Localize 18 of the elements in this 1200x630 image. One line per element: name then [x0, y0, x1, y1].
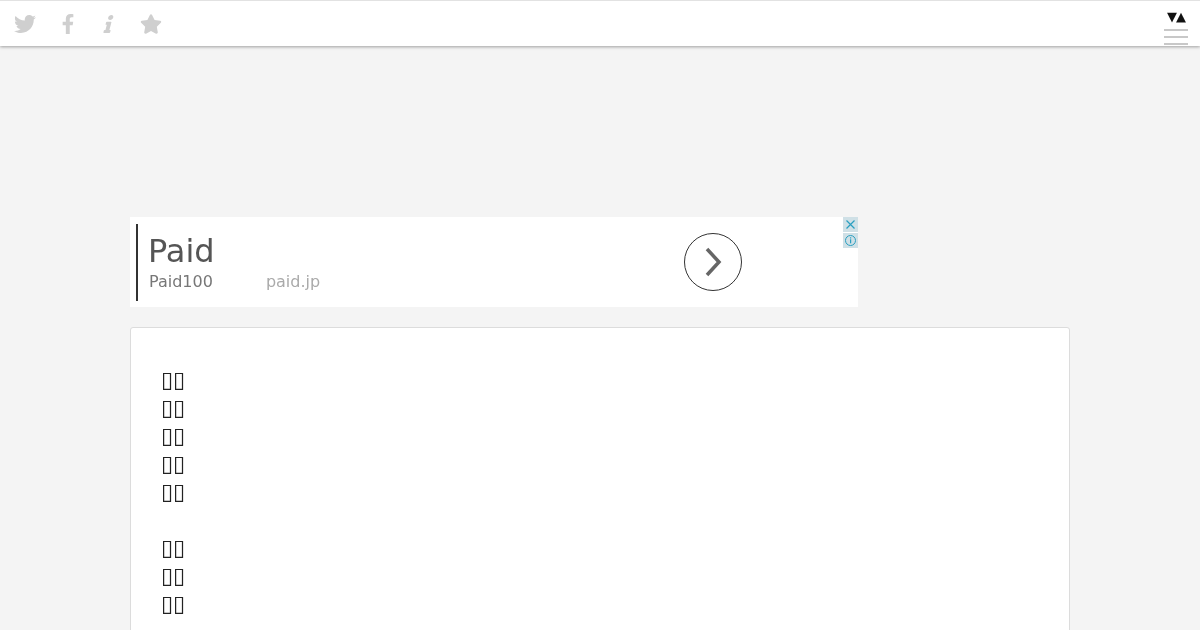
toggle-button[interactable]: ▼▲	[1167, 9, 1185, 25]
text-line: ▯▯	[161, 562, 186, 590]
close-icon[interactable]	[843, 217, 858, 232]
bird-icon[interactable]	[14, 12, 36, 35]
info-icon[interactable]	[843, 233, 858, 248]
text-line: ▯▯	[161, 366, 186, 394]
text-line: ▯▯	[161, 478, 186, 506]
ad-advertiser: Paid100	[149, 272, 213, 292]
text-line: ▯▯	[161, 394, 186, 422]
text-line: ▯▯	[161, 534, 186, 562]
text-line: ▯▯	[161, 422, 186, 450]
star-icon[interactable]	[140, 12, 162, 35]
ad-url: paid.jp	[265, 272, 321, 292]
menu-icon[interactable]	[1164, 29, 1188, 45]
chevron-right-icon	[704, 247, 722, 277]
text-line: ▯▯	[161, 450, 186, 478]
text-line: ▯▯	[161, 590, 186, 618]
ad-title: Paid	[148, 232, 216, 270]
